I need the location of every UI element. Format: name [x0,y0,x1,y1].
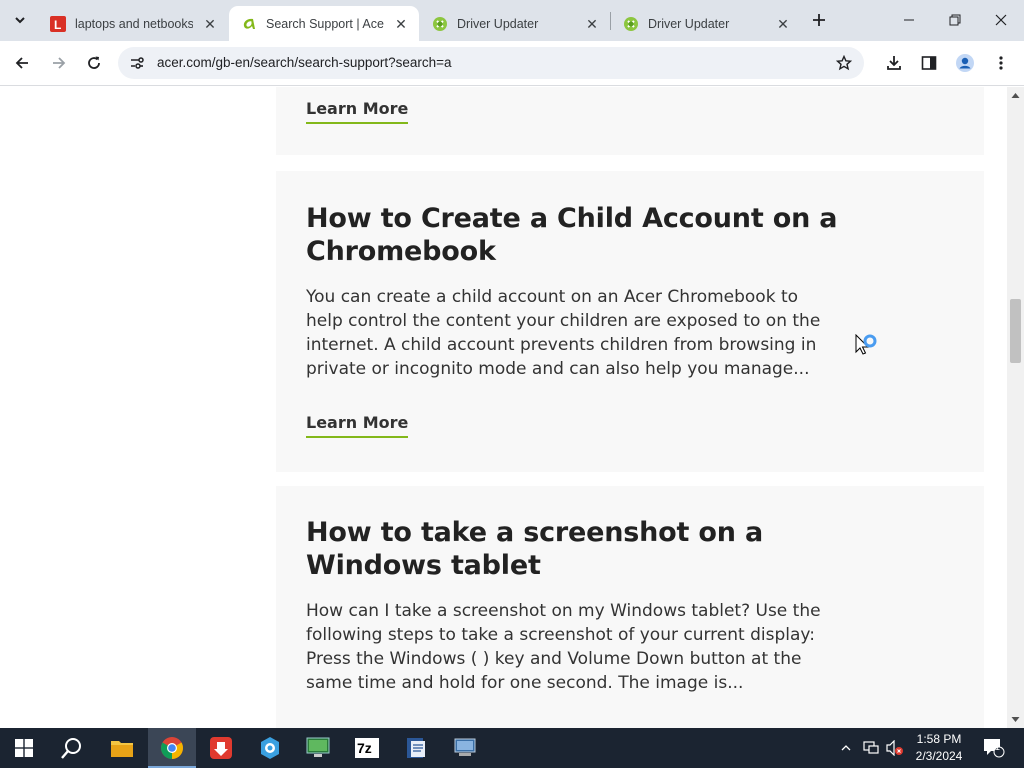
svg-text:7z: 7z [357,740,372,756]
acer-icon [241,16,257,32]
mouse-pointer-busy-icon [855,333,881,362]
back-arrow-icon [15,57,28,69]
scrollbar-thumb[interactable] [1010,299,1021,363]
url-text: acer.com/gb-en/search/search-support?sea… [157,55,452,70]
notification-count-badge: 1 [995,742,1001,752]
red-arrow-app-icon [210,737,232,759]
clock-date: 2/3/2024 [915,749,963,763]
tab-driver-updater-2[interactable]: Driver Updater ✕ [611,6,801,41]
monitor-app-taskbar-button[interactable] [294,728,342,768]
forward-arrow-icon [53,57,66,69]
folder-icon [111,741,133,757]
result-title[interactable]: How to Create a Child Account on a Chrom… [306,202,866,268]
svg-text:L: L [54,18,61,32]
tab-search-button[interactable] [6,7,34,33]
windows-taskbar: 7z 1:58 PM 2/3/2024 1 [0,728,1024,768]
clock-time: 1:58 PM [916,732,962,746]
close-tab-icon[interactable]: ✕ [393,16,409,32]
page-viewport: Learn More How to Create a Child Account… [0,87,1007,728]
tab-laptops[interactable]: L laptops and netbooks ✕ [38,6,228,41]
search-result-card: Learn More [276,87,984,155]
page-scrollbar[interactable] [1007,87,1024,728]
network-tray-button[interactable] [860,728,882,768]
forward-button[interactable] [45,49,73,77]
back-button[interactable] [8,49,36,77]
monitor-app-icon [306,737,330,757]
gear-app-icon [261,737,279,759]
download-icon [887,56,901,70]
result-title[interactable]: How to take a screenshot on a Windows ta… [306,516,866,582]
tab-driver-updater[interactable]: Driver Updater ✕ [420,6,610,41]
minimize-button[interactable] [886,0,932,40]
tab-title: Driver Updater [457,16,539,31]
close-tab-icon[interactable]: ✕ [202,16,218,32]
network-computer-icon [454,738,476,756]
close-icon [995,14,1007,26]
scroll-up-arrow-icon[interactable] [1011,91,1020,100]
search-result-card: How to take a screenshot on a Windows ta… [276,486,984,728]
result-description: How can I take a screenshot on my Window… [306,601,821,693]
chevron-up-icon [841,745,851,751]
tab-title: laptops and netbooks [75,16,193,31]
start-button[interactable] [0,728,48,768]
profile-button[interactable] [951,49,979,77]
volume-tray-button[interactable] [884,728,906,768]
search-button[interactable] [48,728,96,768]
chrome-taskbar-button[interactable] [148,728,196,768]
tab-title: Driver Updater [648,16,730,31]
chrome-icon [161,737,183,759]
notification-icon [984,739,1005,758]
tab-title: Search Support | Acer [266,16,384,31]
result-description: You can create a child account on an Ace… [306,287,821,379]
driver-updater-icon [623,16,639,32]
downloads-button[interactable] [880,49,908,77]
more-vert-icon [999,56,1003,70]
close-tab-icon[interactable]: ✕ [775,16,791,32]
driver-updater-taskbar-button[interactable] [197,728,245,768]
learn-more-link[interactable]: Learn More [306,413,409,438]
document-app-icon [407,738,425,758]
address-bar[interactable]: acer.com/gb-en/search/search-support?sea… [118,47,864,79]
menu-button[interactable] [987,49,1015,77]
bookmark-star-icon[interactable] [834,53,854,73]
close-tab-icon[interactable]: ✕ [584,16,600,32]
browser-toolbar: acer.com/gb-en/search/search-support?sea… [0,41,1024,86]
restore-button[interactable] [932,0,978,40]
scroll-down-arrow-icon[interactable] [1011,715,1020,724]
profile-avatar-icon [956,54,974,72]
network-app-taskbar-button[interactable] [441,728,489,768]
site-info-icon[interactable] [126,52,148,74]
document-app-taskbar-button[interactable] [392,728,440,768]
file-explorer-button[interactable] [98,728,146,768]
show-hidden-icons-button[interactable] [836,728,856,768]
new-tab-button[interactable] [808,9,830,31]
side-panel-icon [921,56,937,70]
learn-more-link[interactable]: Learn More [306,99,409,124]
7zip-icon: 7z [355,738,379,758]
minimize-icon [904,19,914,21]
tab-strip: L laptops and netbooks ✕ Search Support … [0,0,1024,41]
restore-icon [949,14,961,26]
reload-icon [88,56,100,69]
windows-logo-icon [15,739,33,757]
network-icon [863,741,879,754]
search-result-card: How to Create a Child Account on a Chrom… [276,171,984,472]
7zip-taskbar-button[interactable]: 7z [343,728,391,768]
action-center-button[interactable]: 1 [980,728,1008,768]
volume-muted-icon [886,740,903,756]
driver-updater-icon [432,16,448,32]
reload-button[interactable] [80,49,108,77]
chevron-down-icon [15,17,25,24]
l-letter-icon: L [50,15,66,32]
side-panel-button[interactable] [915,49,943,77]
search-icon [61,738,81,759]
settings-gear-taskbar-button[interactable] [246,728,294,768]
system-clock[interactable]: 1:58 PM 2/3/2024 [905,731,973,765]
plus-icon [813,14,825,26]
tab-search-support[interactable]: Search Support | Acer ✕ [229,6,419,41]
close-window-button[interactable] [978,0,1024,40]
